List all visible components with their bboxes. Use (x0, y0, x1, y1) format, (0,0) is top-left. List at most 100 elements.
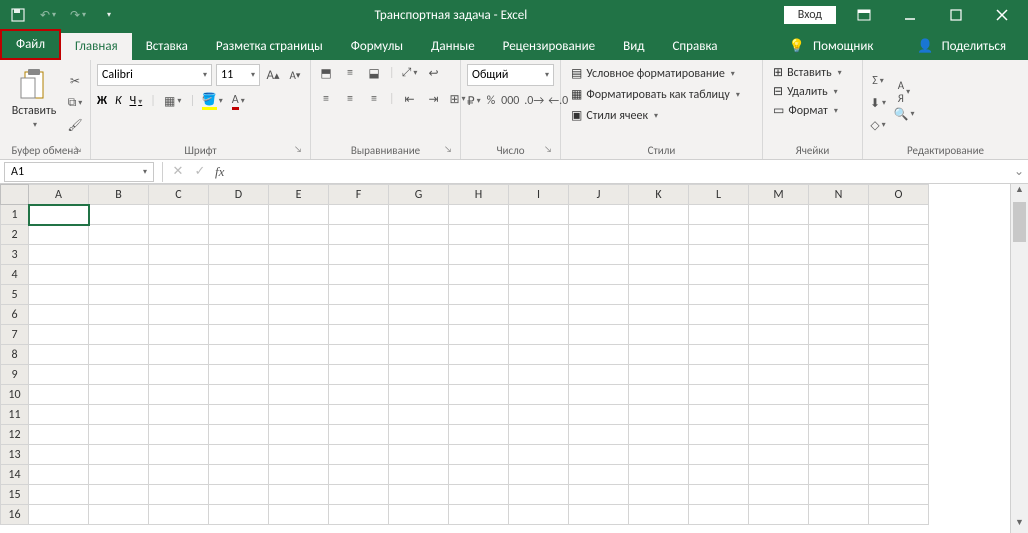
cell[interactable] (749, 305, 809, 325)
cell[interactable] (389, 325, 449, 345)
cell[interactable] (449, 385, 509, 405)
cell[interactable] (749, 205, 809, 225)
cell[interactable] (209, 325, 269, 345)
cell[interactable] (869, 345, 929, 365)
cell[interactable] (209, 245, 269, 265)
cell[interactable] (809, 225, 869, 245)
clear-icon[interactable]: ◇▾ (869, 116, 887, 134)
cell[interactable] (569, 205, 629, 225)
cell[interactable] (29, 385, 89, 405)
cell[interactable] (869, 425, 929, 445)
expand-formula-bar-icon[interactable]: ⌄ (1010, 164, 1028, 179)
column-header[interactable]: G (389, 185, 449, 205)
cell[interactable] (389, 365, 449, 385)
cell[interactable] (149, 305, 209, 325)
cell[interactable] (269, 345, 329, 365)
cell[interactable] (209, 365, 269, 385)
cell[interactable] (569, 225, 629, 245)
column-header[interactable]: H (449, 185, 509, 205)
column-header[interactable]: A (29, 185, 89, 205)
column-header[interactable]: C (149, 185, 209, 205)
cell[interactable] (689, 365, 749, 385)
cell[interactable] (449, 205, 509, 225)
tab-insert[interactable]: Вставка (132, 33, 202, 60)
align-top-icon[interactable]: ⬒ (317, 64, 335, 82)
select-all-corner[interactable] (1, 185, 29, 205)
enter-formula-icon[interactable]: ✓ (189, 164, 211, 179)
cell[interactable] (389, 385, 449, 405)
cell[interactable] (869, 245, 929, 265)
align-left-icon[interactable]: ≡ (317, 90, 335, 108)
cell[interactable] (689, 445, 749, 465)
increase-font-icon[interactable]: A▴ (264, 66, 282, 84)
cell[interactable] (269, 445, 329, 465)
cell[interactable] (569, 265, 629, 285)
column-header[interactable]: L (689, 185, 749, 205)
cell[interactable] (569, 245, 629, 265)
cell[interactable] (29, 285, 89, 305)
column-header[interactable]: K (629, 185, 689, 205)
cell[interactable] (209, 225, 269, 245)
cell[interactable] (269, 325, 329, 345)
cell[interactable] (809, 425, 869, 445)
cell[interactable] (389, 425, 449, 445)
tab-help[interactable]: Справка (658, 33, 731, 60)
cell[interactable] (629, 265, 689, 285)
cell[interactable] (809, 365, 869, 385)
cell[interactable] (629, 305, 689, 325)
vertical-scrollbar[interactable]: ▲ ▼ (1010, 184, 1028, 533)
cell[interactable] (329, 445, 389, 465)
cell[interactable] (509, 225, 569, 245)
cell[interactable] (569, 285, 629, 305)
cell[interactable] (689, 505, 749, 525)
save-icon[interactable] (8, 5, 28, 25)
qat-customize-icon[interactable]: ▾ (98, 5, 118, 25)
currency-icon[interactable]: ₽▾ (467, 92, 481, 110)
cell[interactable] (449, 405, 509, 425)
align-center-icon[interactable]: ≡ (341, 90, 359, 108)
cell[interactable] (29, 265, 89, 285)
cell[interactable] (389, 205, 449, 225)
row-header[interactable]: 14 (1, 465, 29, 485)
cell[interactable] (209, 265, 269, 285)
cell[interactable] (569, 485, 629, 505)
row-header[interactable]: 15 (1, 485, 29, 505)
font-launcher-icon[interactable]: ↘ (294, 144, 302, 155)
cell[interactable] (869, 485, 929, 505)
font-name-dropdown[interactable]: Calibri▾ (97, 64, 212, 86)
cell[interactable] (869, 465, 929, 485)
sort-filter-icon[interactable]: AЯ▾ (895, 83, 913, 101)
cell[interactable] (809, 265, 869, 285)
cell[interactable] (329, 205, 389, 225)
cell[interactable] (809, 485, 869, 505)
cell[interactable] (329, 265, 389, 285)
cell[interactable] (269, 265, 329, 285)
cell[interactable] (569, 425, 629, 445)
cell[interactable] (329, 405, 389, 425)
cell[interactable] (389, 225, 449, 245)
cell[interactable] (749, 365, 809, 385)
cell[interactable] (89, 245, 149, 265)
cell[interactable] (629, 365, 689, 385)
maximize-icon[interactable] (938, 0, 974, 30)
column-header[interactable]: E (269, 185, 329, 205)
cell-styles-button[interactable]: ▣Стили ячеек▾ (567, 106, 756, 125)
cell[interactable] (329, 485, 389, 505)
cell[interactable] (209, 465, 269, 485)
cell[interactable] (29, 365, 89, 385)
cell[interactable] (209, 485, 269, 505)
cell[interactable] (809, 245, 869, 265)
cell[interactable] (149, 245, 209, 265)
cell[interactable] (149, 405, 209, 425)
percent-icon[interactable]: % (487, 92, 496, 110)
delete-cells-button[interactable]: ⊟Удалить▾ (769, 83, 856, 100)
alignment-launcher-icon[interactable]: ↘ (444, 144, 452, 155)
cell[interactable] (209, 445, 269, 465)
cell[interactable] (209, 385, 269, 405)
cell[interactable] (449, 445, 509, 465)
cell[interactable] (869, 265, 929, 285)
tell-me-button[interactable]: Помощник (811, 33, 881, 60)
cell[interactable] (509, 285, 569, 305)
row-header[interactable]: 4 (1, 265, 29, 285)
tab-formulas[interactable]: Формулы (337, 33, 417, 60)
